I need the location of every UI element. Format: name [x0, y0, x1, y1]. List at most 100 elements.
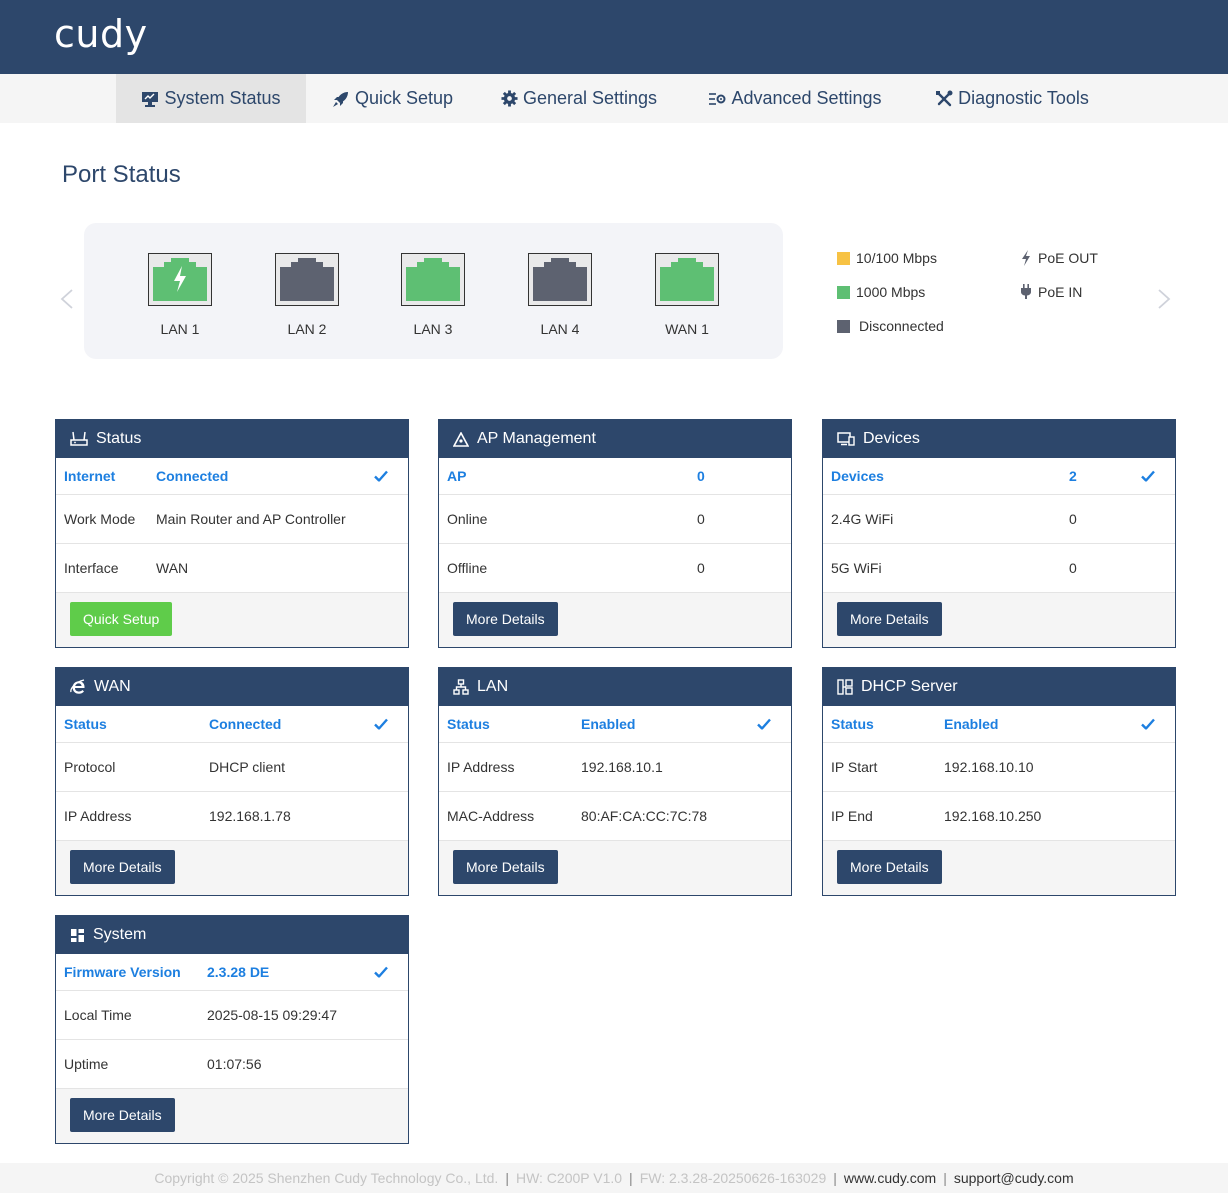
wan-row-status: Status Connected	[56, 706, 408, 743]
card-footer: More Details	[823, 593, 1175, 647]
system-row-local-time: Local Time 2025-08-15 09:29:47	[56, 991, 408, 1040]
row-value: 0	[697, 511, 705, 527]
card-footer: More Details	[439, 841, 791, 895]
ethernet-port-icon	[148, 253, 212, 306]
card-header: System	[56, 916, 408, 954]
devices-row-24g: 2.4G WiFi 0	[823, 495, 1175, 544]
firmware-version: FW: 2.3.28-20250626-163029	[639, 1170, 827, 1186]
website-link[interactable]: www.cudy.com	[844, 1170, 936, 1186]
status-row-work-mode: Work Mode Main Router and AP Controller	[56, 495, 408, 544]
port-wan1[interactable]: WAN 1	[654, 253, 720, 337]
hardware-version: HW: C200P V1.0	[515, 1170, 623, 1186]
checkmark-icon	[1141, 718, 1155, 730]
row-key: Protocol	[64, 759, 116, 775]
nav-label: Quick Setup	[354, 88, 454, 108]
row-value: Connected	[209, 716, 282, 732]
lightning-icon	[1022, 250, 1030, 266]
status-row-interface: Interface WAN	[56, 544, 408, 593]
row-key: 5G WiFi	[831, 560, 882, 576]
support-email-link[interactable]: support@cudy.com	[954, 1170, 1074, 1186]
row-key: Offline	[447, 560, 488, 576]
legend-swatch	[837, 251, 850, 265]
nav-diagnostic-tools[interactable]: Diagnostic Tools	[922, 74, 1102, 123]
wan-more-details-button[interactable]: More Details	[70, 850, 175, 884]
nav-label: Advanced Settings	[731, 88, 882, 108]
devices-row-5g: 5G WiFi 0	[823, 544, 1175, 593]
card-title: DHCP Server	[861, 678, 958, 695]
copyright-text: Copyright © 2025 Shenzhen Cudy Technolog…	[154, 1170, 499, 1186]
row-value: 192.168.10.10	[944, 759, 1034, 775]
legend-poe-in: PoE IN	[1020, 282, 1082, 302]
nav-quick-setup[interactable]: Quick Setup	[320, 74, 465, 123]
row-key: IP Address	[447, 759, 515, 775]
devices-icon	[837, 432, 855, 446]
row-key: IP End	[831, 808, 873, 824]
system-row-firmware: Firmware Version 2.3.28 DE	[56, 954, 408, 991]
devices-more-details-button[interactable]: More Details	[837, 602, 942, 636]
legend-10-100: 10/100 Mbps	[837, 248, 937, 268]
nav-label: System Status	[164, 88, 281, 108]
separator: |	[833, 1170, 837, 1186]
card-footer: Quick Setup	[56, 593, 408, 647]
checkmark-icon	[374, 718, 388, 730]
nav-advanced-settings[interactable]: Advanced Settings	[695, 74, 895, 123]
port-label: WAN 1	[665, 321, 709, 337]
legend-label: Disconnected	[859, 318, 944, 334]
ethernet-port-icon	[655, 253, 719, 306]
row-key: Internet	[64, 468, 116, 484]
internet-explorer-icon	[70, 679, 85, 694]
card-header: Status	[56, 420, 408, 458]
chevron-left-icon[interactable]	[60, 289, 74, 309]
devices-card: Devices Devices 2 2.4G WiFi 0 5G WiFi 0 …	[822, 419, 1176, 648]
row-value: 80:AF:CA:CC:7C:78	[581, 808, 708, 824]
port-lan3[interactable]: LAN 3	[400, 253, 466, 337]
row-key: Work Mode	[64, 511, 136, 527]
row-key: Status	[447, 716, 490, 732]
row-key: Online	[447, 511, 488, 527]
row-key: 2.4G WiFi	[831, 511, 894, 527]
card-title: System	[93, 926, 147, 943]
quick-setup-button[interactable]: Quick Setup	[70, 602, 173, 636]
port-lan2[interactable]: LAN 2	[274, 253, 340, 337]
row-value: DHCP client	[209, 759, 285, 775]
row-key: Devices	[831, 468, 884, 484]
port-lan4[interactable]: LAN 4	[527, 253, 593, 337]
card-title: AP Management	[477, 430, 596, 447]
row-value: 2025-08-15 09:29:47	[207, 1007, 337, 1023]
row-value: WAN	[156, 560, 189, 576]
nav-label: Diagnostic Tools	[958, 88, 1089, 108]
lan-more-details-button[interactable]: More Details	[453, 850, 558, 884]
card-title: LAN	[477, 678, 509, 695]
dhcp-row-ip-end: IP End 192.168.10.250	[823, 792, 1175, 841]
row-key: IP Start	[831, 759, 878, 775]
row-value: 192.168.1.78	[209, 808, 291, 824]
dhcp-row-ip-start: IP Start 192.168.10.10	[823, 743, 1175, 792]
row-value: Enabled	[581, 716, 636, 732]
system-more-details-button[interactable]: More Details	[70, 1098, 175, 1132]
dhcp-more-details-button[interactable]: More Details	[837, 850, 942, 884]
row-key: Firmware Version	[64, 964, 181, 980]
chevron-right-icon[interactable]	[1157, 289, 1171, 309]
legend-disconnected: Disconnected	[837, 316, 944, 336]
ethernet-port-icon	[401, 253, 465, 306]
wan-card: WAN Status Connected Protocol DHCP clien…	[55, 667, 409, 896]
port-lan1[interactable]: LAN 1	[147, 253, 213, 337]
legend-label: 1000 Mbps	[856, 284, 926, 300]
row-key: AP	[447, 468, 467, 484]
lan-row-ip: IP Address 192.168.10.1	[439, 743, 791, 792]
cudy-logo[interactable]: cudy	[54, 12, 148, 56]
nav-system-status[interactable]: System Status	[116, 74, 306, 123]
row-value: 01:07:56	[207, 1056, 262, 1072]
footer: Copyright © 2025 Shenzhen Cudy Technolog…	[0, 1163, 1228, 1193]
port-label: LAN 3	[413, 321, 453, 337]
lan-row-status: Status Enabled	[439, 706, 791, 743]
devices-row-devices: Devices 2	[823, 458, 1175, 495]
legend-label: 10/100 Mbps	[856, 250, 937, 266]
separator: |	[943, 1170, 947, 1186]
router-icon	[70, 431, 88, 446]
lan-row-mac: MAC-Address 80:AF:CA:CC:7C:78	[439, 792, 791, 841]
nav-general-settings[interactable]: General Settings	[490, 74, 668, 123]
row-value: 192.168.10.1	[581, 759, 663, 775]
ap-more-details-button[interactable]: More Details	[453, 602, 558, 636]
row-key: Status	[831, 716, 874, 732]
